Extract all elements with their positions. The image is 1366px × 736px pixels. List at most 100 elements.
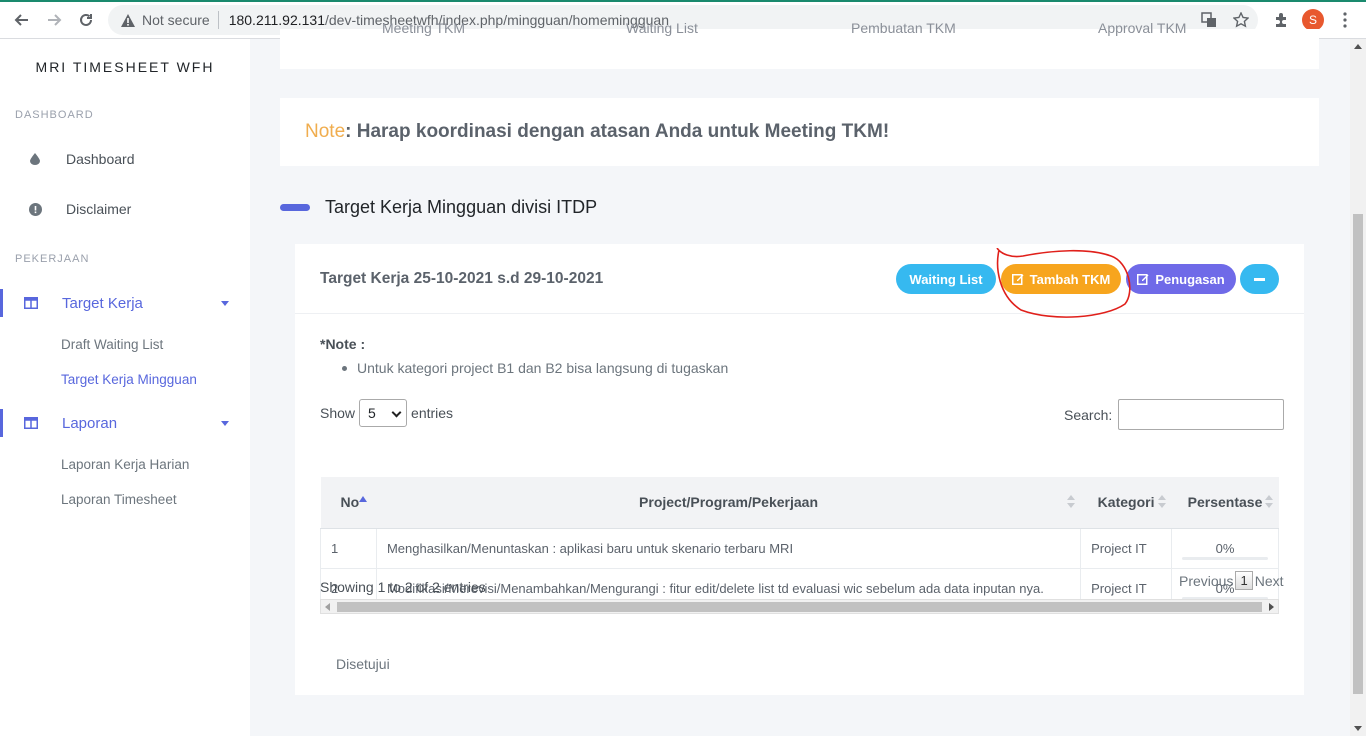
section-label-pekerjaan: PEKERJAAN [15, 253, 90, 265]
panel-note-item: Untuk kategori project B1 dan B2 bisa la… [342, 360, 728, 376]
cell-no: 1 [320, 527, 377, 569]
target-kerja-panel: Target Kerja 25-10-2021 s.d 29-10-2021 W… [295, 244, 1304, 695]
scroll-up-icon[interactable] [1354, 44, 1362, 49]
drop-icon [28, 152, 42, 166]
warning-icon [120, 12, 136, 28]
sidebar: MRI TIMESHEET WFH DASHBOARD Dashboard Di… [0, 39, 250, 736]
arrow-left-icon [14, 14, 28, 26]
section-header: Target Kerja Mingguan divisi ITDP [280, 197, 597, 218]
cell-kategori: Project IT [1080, 527, 1173, 569]
url-path: /dev-timesheetwfh/index.php/mingguan/hom… [324, 12, 669, 28]
tab-waiting-list[interactable]: Waiting List [626, 20, 698, 36]
minus-icon [1254, 277, 1265, 281]
page-button-1[interactable]: 1 [1235, 571, 1253, 590]
next-page-button[interactable]: Next [1255, 573, 1284, 589]
sidebar-item-label: Disclaimer [66, 201, 132, 217]
sort-icon [1066, 495, 1075, 509]
sort-icon [1157, 495, 1166, 509]
column-header-project[interactable]: Project/Program/Pekerjaan [376, 477, 1081, 529]
column-header-no[interactable]: No [320, 477, 377, 529]
active-indicator [0, 409, 3, 437]
scroll-right-icon[interactable] [1269, 603, 1274, 611]
profile-avatar[interactable]: S [1302, 9, 1324, 31]
chevron-down-icon [391, 407, 402, 418]
table-header-row: No Project/Program/Pekerjaan Kategori Pe… [320, 477, 1279, 529]
reload-icon [80, 13, 92, 26]
tab-pembuatan-tkm[interactable]: Pembuatan TKM [851, 20, 956, 36]
back-button[interactable] [6, 4, 38, 36]
forward-button[interactable] [38, 4, 70, 36]
scrollbar-thumb[interactable] [1353, 214, 1363, 694]
horizontal-scrollbar[interactable] [320, 599, 1279, 614]
sort-icon [1264, 495, 1273, 509]
sidebar-item-label: Laporan [62, 414, 118, 432]
section-title: Target Kerja Mingguan divisi ITDP [325, 197, 598, 217]
sidebar-item-dashboard[interactable]: Dashboard [0, 141, 250, 177]
tab-approval-tkm[interactable]: Approval TKM [1098, 20, 1186, 36]
button-label: Waiting List [909, 271, 983, 287]
entries-select-value: 5 [368, 405, 376, 421]
sidebar-subitem-laporan-kerja-harian[interactable]: Laporan Kerja Harian [61, 457, 189, 472]
info-circle-icon [28, 202, 42, 216]
search-label: Search: [1064, 406, 1113, 423]
tab-meeting-tkm[interactable]: Meeting TKM [382, 20, 465, 36]
scrollbar-thumb[interactable] [337, 602, 1262, 612]
more-vert-icon[interactable] [1334, 9, 1356, 31]
red-circle-annotation [996, 248, 1131, 318]
column-header-label: Persentase [1187, 494, 1263, 511]
table-columns-icon [24, 416, 38, 430]
caret-down-icon [221, 300, 229, 306]
url-separator [217, 11, 219, 29]
column-header-kategori[interactable]: Kategori [1080, 477, 1172, 529]
persentase-value: 0% [1215, 540, 1235, 556]
table-row[interactable]: 1 Menghasilkan/Menuntaskan : aplikasi ba… [320, 527, 1279, 569]
app-brand[interactable]: MRI TIMESHEET WFH [0, 59, 250, 75]
sidebar-subitem-target-kerja-mingguan[interactable]: Target Kerja Mingguan [61, 372, 197, 387]
bullet-dot [342, 365, 347, 371]
sidebar-item-target-kerja[interactable]: Target Kerja [0, 285, 250, 321]
collapse-button[interactable] [1240, 264, 1279, 294]
sidebar-item-disclaimer[interactable]: Disclaimer [0, 191, 250, 227]
section-label-dashboard: DASHBOARD [15, 109, 94, 121]
entries-label: entries [411, 405, 454, 421]
reload-button[interactable] [70, 4, 102, 36]
note-text: : Harap koordinasi dengan atasan Anda un… [345, 121, 890, 142]
note-label: Note [305, 121, 346, 142]
tab-strip-edge [0, 0, 1366, 2]
entries-select[interactable]: 5 [359, 399, 408, 427]
waiting-list-button[interactable]: Waiting List [896, 264, 996, 294]
sidebar-item-label: Target Kerja [62, 294, 143, 312]
previous-page-button[interactable]: Previous [1179, 573, 1233, 589]
sidebar-subitem-draft-waiting-list[interactable]: Draft Waiting List [61, 337, 163, 352]
extensions-icon[interactable] [1270, 9, 1292, 31]
sidebar-item-laporan[interactable]: Laporan [0, 405, 250, 441]
column-header-persentase[interactable]: Persentase [1171, 477, 1279, 529]
table-info: Showing 1 to 2 of 2 entries [320, 579, 486, 595]
scroll-down-icon[interactable] [1354, 726, 1362, 731]
caret-down-icon [221, 420, 229, 426]
show-label: Show [320, 405, 356, 421]
section-pill [280, 204, 310, 211]
sidebar-subitem-laporan-timesheet[interactable]: Laporan Timesheet [61, 492, 177, 507]
arrow-right-icon [48, 14, 62, 26]
tab-disetujui[interactable]: Disetujui [336, 656, 390, 672]
vertical-scrollbar[interactable] [1350, 39, 1366, 736]
show-entries-control: Show 5 entries [320, 399, 453, 427]
sort-ascending-icon [358, 496, 367, 502]
security-label[interactable]: Not secure [142, 12, 210, 28]
cell-persentase: 0% [1171, 527, 1279, 569]
column-header-label: No [340, 494, 360, 511]
column-header-label: Kategori [1097, 494, 1155, 511]
search-input[interactable] [1118, 399, 1285, 430]
url-host: 180.211.92.131 [228, 12, 325, 28]
column-header-label: Project/Program/Pekerjaan [639, 494, 819, 511]
table-columns-icon [24, 296, 38, 310]
panel-note-title: *Note : [320, 336, 366, 352]
sidebar-item-label: Dashboard [66, 151, 135, 167]
panel-note-text: Untuk kategori project B1 dan B2 bisa la… [357, 360, 729, 376]
penugasan-button[interactable]: Penugasan [1126, 264, 1236, 294]
star-icon[interactable] [1230, 9, 1252, 31]
scroll-left-icon[interactable] [325, 603, 330, 611]
translate-icon[interactable] [1198, 9, 1220, 31]
panel-header: Target Kerja 25-10-2021 s.d 29-10-2021 W… [295, 244, 1304, 318]
